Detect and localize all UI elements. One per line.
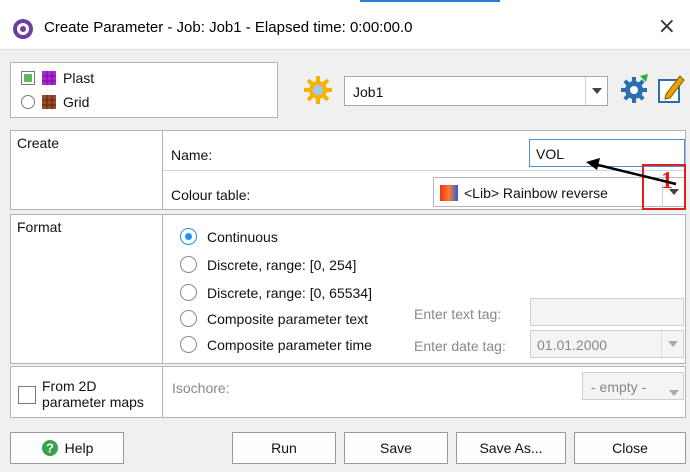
job-select[interactable]: Job1 — [344, 76, 608, 106]
date-chevron-down-icon[interactable] — [661, 331, 683, 357]
name-field-value: VOL — [536, 146, 565, 162]
isochore-select[interactable]: - empty - — [582, 372, 684, 400]
purple-cube-icon — [42, 71, 56, 85]
rainbow-swatch-icon — [440, 185, 458, 201]
save-as-button-label: Save As... — [479, 440, 543, 456]
run-button-label: Run — [271, 440, 297, 456]
help-button-label: Help — [64, 440, 94, 456]
job-select-value: Job1 — [353, 84, 384, 100]
date-tag-value: 01.01.2000 — [537, 337, 608, 353]
isochore-value: - empty - — [591, 379, 647, 395]
format-option-discrete-65534[interactable]: Discrete, range: [0, 65534] — [180, 284, 372, 301]
object-list: Plast Grid — [10, 62, 278, 118]
date-tag-field[interactable]: 01.01.2000 — [530, 330, 684, 358]
date-tag-label: Enter date tag: — [414, 338, 506, 354]
format-option-composite-time[interactable]: Composite parameter time — [180, 336, 372, 353]
grid-label: Grid — [63, 94, 90, 110]
app-icon — [13, 19, 33, 39]
list-item-grid[interactable]: Grid — [21, 91, 89, 113]
format-option-composite-text[interactable]: Composite parameter text — [180, 310, 368, 327]
svg-text:?: ? — [46, 441, 54, 456]
format-option-discrete-254[interactable]: Discrete, range: [0, 254] — [180, 256, 356, 273]
close-button-label: Close — [612, 440, 648, 456]
save-button-label: Save — [380, 440, 412, 456]
text-tag-label: Enter text tag: — [414, 306, 502, 322]
settings-gear-icon[interactable] — [618, 72, 650, 104]
window-title: Create Parameter - Job: Job1 - Elapsed t… — [44, 19, 413, 36]
colour-table-label: Colour table: — [171, 187, 251, 203]
discrete-65534-radio[interactable] — [180, 284, 197, 301]
name-label: Name: — [171, 147, 213, 163]
list-item-plast[interactable]: Plast — [21, 67, 94, 89]
help-button[interactable]: ? Help — [10, 432, 124, 464]
composite-time-radio[interactable] — [180, 336, 197, 353]
edit-icon[interactable] — [656, 72, 686, 104]
composite-text-label: Composite parameter text — [207, 310, 369, 327]
close-button[interactable]: Close — [574, 432, 686, 464]
save-as-button[interactable]: Save As... — [456, 432, 566, 464]
close-window-icon[interactable]: × — [658, 14, 676, 39]
save-button[interactable]: Save — [344, 432, 448, 464]
plast-checkbox[interactable] — [21, 71, 35, 85]
format-option-continuous[interactable]: Continuous — [180, 228, 278, 245]
job-gear-icon — [304, 76, 332, 104]
annotation-arrow — [586, 158, 677, 186]
discrete-65534-label: Discrete, range: [0, 65534] — [207, 284, 372, 301]
brown-cube-icon — [42, 95, 56, 109]
composite-text-radio[interactable] — [180, 310, 197, 327]
help-icon: ? — [41, 440, 58, 456]
from-2d-maps-label-line1: From 2D — [42, 378, 97, 394]
continuous-label: Continuous — [207, 228, 278, 245]
create-section-label: Create — [17, 135, 60, 151]
composite-time-label: Composite parameter time — [207, 336, 372, 353]
format-section-label: Format — [17, 219, 62, 235]
isochore-label: Isochore: — [172, 380, 230, 396]
title-bar: Create Parameter - Job: Job1 - Elapsed t… — [0, 6, 690, 50]
isochore-chevron-down-icon[interactable] — [669, 383, 679, 399]
text-tag-field[interactable] — [530, 298, 684, 326]
continuous-radio[interactable] — [180, 228, 197, 245]
from-2d-maps-checkbox[interactable] — [18, 386, 36, 404]
discrete-254-radio[interactable] — [180, 256, 197, 273]
discrete-254-label: Discrete, range: [0, 254] — [207, 256, 357, 273]
chevron-down-icon[interactable] — [585, 77, 607, 105]
grid-radio[interactable] — [21, 95, 35, 109]
run-button[interactable]: Run — [232, 432, 336, 464]
plast-label: Plast — [63, 70, 95, 86]
from-2d-maps-label-line2: parameter maps — [42, 394, 144, 410]
